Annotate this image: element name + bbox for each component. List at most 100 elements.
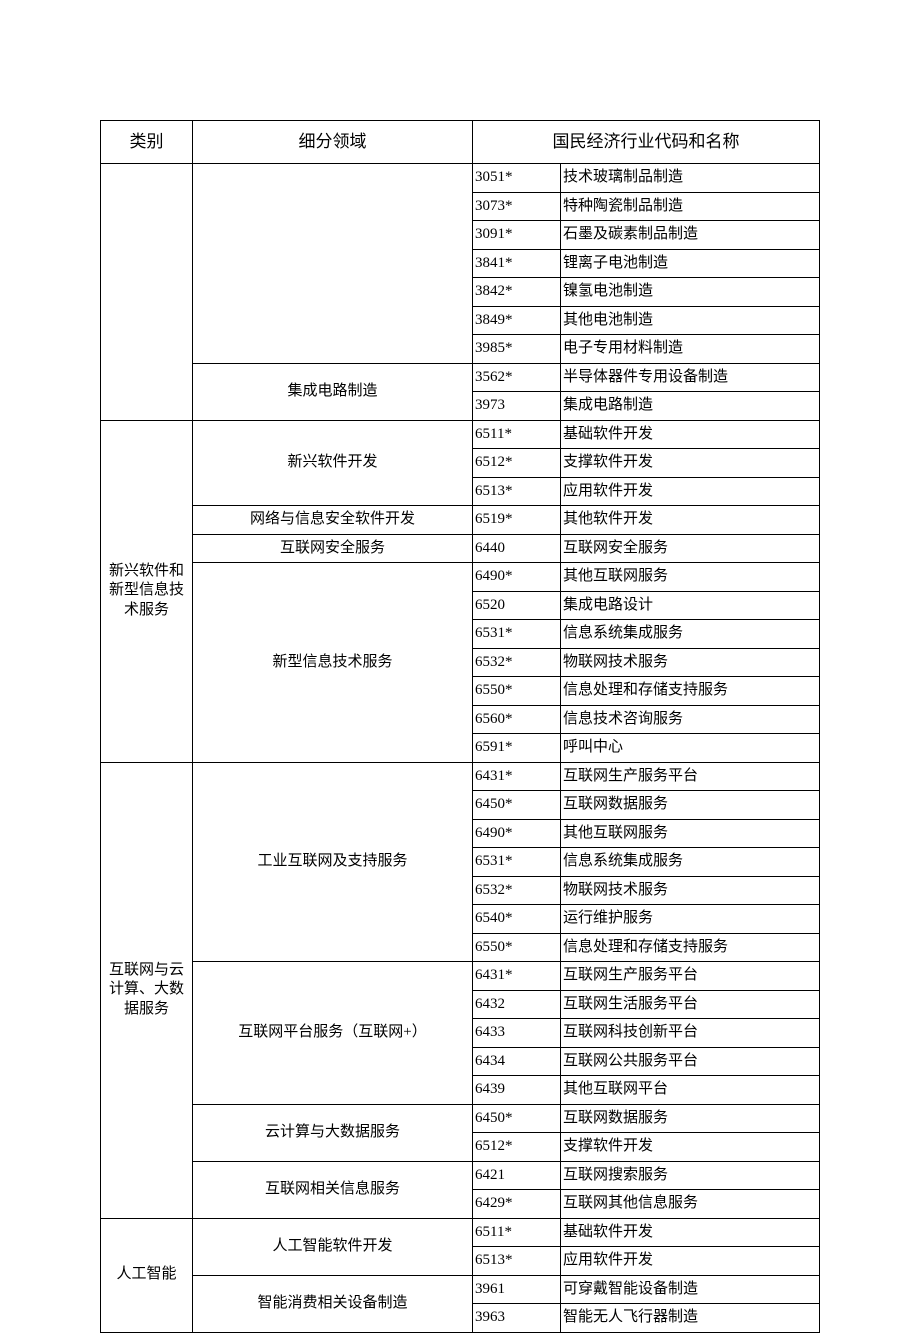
- code-cell: 6532*: [473, 648, 561, 677]
- code-cell: 6531*: [473, 620, 561, 649]
- code-cell: 6439: [473, 1076, 561, 1105]
- name-cell: 互联网生产服务平台: [561, 762, 820, 791]
- code-cell: 6512*: [473, 449, 561, 478]
- code-cell: 6511*: [473, 1218, 561, 1247]
- subdomain-cell: 人工智能软件开发: [193, 1218, 473, 1275]
- table-row: 网络与信息安全软件开发6519*其他软件开发: [101, 506, 820, 535]
- name-cell: 基础软件开发: [561, 1218, 820, 1247]
- name-cell: 其他软件开发: [561, 506, 820, 535]
- name-cell: 其他互联网服务: [561, 563, 820, 592]
- code-cell: 3985*: [473, 335, 561, 364]
- name-cell: 石墨及碳素制品制造: [561, 221, 820, 250]
- code-cell: 6434: [473, 1047, 561, 1076]
- name-cell: 镍氢电池制造: [561, 278, 820, 307]
- name-cell: 信息处理和存储支持服务: [561, 677, 820, 706]
- code-cell: 6440: [473, 534, 561, 563]
- name-cell: 锂离子电池制造: [561, 249, 820, 278]
- name-cell: 互联网数据服务: [561, 1104, 820, 1133]
- code-cell: 6429*: [473, 1190, 561, 1219]
- name-cell: 集成电路制造: [561, 392, 820, 421]
- code-cell: 6560*: [473, 705, 561, 734]
- code-cell: 6550*: [473, 677, 561, 706]
- code-cell: 3961: [473, 1275, 561, 1304]
- subdomain-cell: 新兴软件开发: [193, 420, 473, 506]
- name-cell: 信息系统集成服务: [561, 848, 820, 877]
- code-cell: 6550*: [473, 933, 561, 962]
- name-cell: 运行维护服务: [561, 905, 820, 934]
- category-cell: 人工智能: [101, 1218, 193, 1332]
- table-row: 云计算与大数据服务6450*互联网数据服务: [101, 1104, 820, 1133]
- code-cell: 6513*: [473, 477, 561, 506]
- code-cell: 6450*: [473, 791, 561, 820]
- code-cell: 3842*: [473, 278, 561, 307]
- name-cell: 支撑软件开发: [561, 1133, 820, 1162]
- name-cell: 技术玻璃制品制造: [561, 164, 820, 193]
- name-cell: 其他互联网平台: [561, 1076, 820, 1105]
- table-header-row: 类别 细分领域 国民经济行业代码和名称: [101, 121, 820, 164]
- category-cell: [101, 164, 193, 421]
- name-cell: 信息系统集成服务: [561, 620, 820, 649]
- name-cell: 应用软件开发: [561, 477, 820, 506]
- name-cell: 基础软件开发: [561, 420, 820, 449]
- header-category: 类别: [101, 121, 193, 164]
- subdomain-cell: 集成电路制造: [193, 363, 473, 420]
- table-row: 智能消费相关设备制造3961可穿戴智能设备制造: [101, 1275, 820, 1304]
- subdomain-cell: 工业互联网及支持服务: [193, 762, 473, 962]
- table-row: 互联网平台服务（互联网+）6431*互联网生产服务平台: [101, 962, 820, 991]
- code-cell: 3973: [473, 392, 561, 421]
- name-cell: 其他电池制造: [561, 306, 820, 335]
- name-cell: 物联网技术服务: [561, 876, 820, 905]
- code-cell: 6513*: [473, 1247, 561, 1276]
- name-cell: 其他互联网服务: [561, 819, 820, 848]
- name-cell: 呼叫中心: [561, 734, 820, 763]
- subdomain-cell: [193, 164, 473, 364]
- code-cell: 6433: [473, 1019, 561, 1048]
- name-cell: 互联网生产服务平台: [561, 962, 820, 991]
- table-row: 集成电路制造3562*半导体器件专用设备制造: [101, 363, 820, 392]
- table-row: 互联网安全服务6440互联网安全服务: [101, 534, 820, 563]
- name-cell: 半导体器件专用设备制造: [561, 363, 820, 392]
- subdomain-cell: 互联网平台服务（互联网+）: [193, 962, 473, 1105]
- code-cell: 6511*: [473, 420, 561, 449]
- name-cell: 互联网公共服务平台: [561, 1047, 820, 1076]
- code-cell: 6431*: [473, 962, 561, 991]
- table-row: 互联网与云计算、大数据服务工业互联网及支持服务6431*互联网生产服务平台: [101, 762, 820, 791]
- subdomain-cell: 网络与信息安全软件开发: [193, 506, 473, 535]
- code-cell: 6591*: [473, 734, 561, 763]
- table-row: 3051*技术玻璃制品制造: [101, 164, 820, 193]
- table-row: 人工智能人工智能软件开发6511*基础软件开发: [101, 1218, 820, 1247]
- name-cell: 支撑软件开发: [561, 449, 820, 478]
- code-cell: 3841*: [473, 249, 561, 278]
- subdomain-cell: 新型信息技术服务: [193, 563, 473, 763]
- name-cell: 电子专用材料制造: [561, 335, 820, 364]
- code-cell: 6532*: [473, 876, 561, 905]
- code-cell: 3849*: [473, 306, 561, 335]
- subdomain-cell: 互联网相关信息服务: [193, 1161, 473, 1218]
- category-cell: 互联网与云计算、大数据服务: [101, 762, 193, 1218]
- code-cell: 6520: [473, 591, 561, 620]
- name-cell: 特种陶瓷制品制造: [561, 192, 820, 221]
- code-cell: 6540*: [473, 905, 561, 934]
- name-cell: 互联网安全服务: [561, 534, 820, 563]
- code-cell: 6421: [473, 1161, 561, 1190]
- header-code-name: 国民经济行业代码和名称: [473, 121, 820, 164]
- name-cell: 物联网技术服务: [561, 648, 820, 677]
- name-cell: 集成电路设计: [561, 591, 820, 620]
- name-cell: 互联网科技创新平台: [561, 1019, 820, 1048]
- code-cell: 3562*: [473, 363, 561, 392]
- table-row: 新型信息技术服务6490*其他互联网服务: [101, 563, 820, 592]
- code-cell: 3051*: [473, 164, 561, 193]
- code-cell: 6519*: [473, 506, 561, 535]
- name-cell: 互联网生活服务平台: [561, 990, 820, 1019]
- code-cell: 6512*: [473, 1133, 561, 1162]
- name-cell: 应用软件开发: [561, 1247, 820, 1276]
- code-cell: 3963: [473, 1304, 561, 1333]
- name-cell: 信息技术咨询服务: [561, 705, 820, 734]
- table-row: 互联网相关信息服务6421互联网搜索服务: [101, 1161, 820, 1190]
- code-cell: 6531*: [473, 848, 561, 877]
- name-cell: 可穿戴智能设备制造: [561, 1275, 820, 1304]
- code-cell: 6490*: [473, 563, 561, 592]
- category-cell: 新兴软件和新型信息技术服务: [101, 420, 193, 762]
- table-row: 新兴软件和新型信息技术服务新兴软件开发6511*基础软件开发: [101, 420, 820, 449]
- name-cell: 信息处理和存储支持服务: [561, 933, 820, 962]
